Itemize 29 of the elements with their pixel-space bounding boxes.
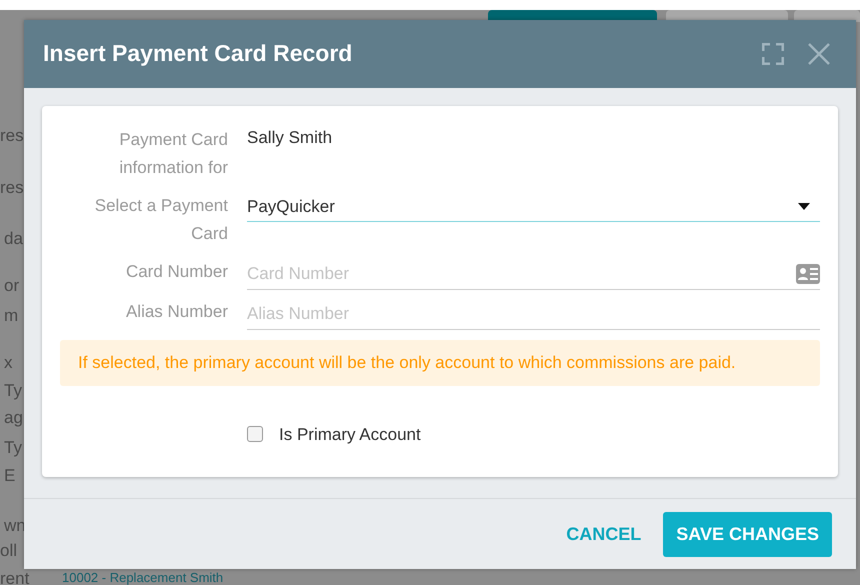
checkbox-label: Is Primary Account — [279, 424, 421, 446]
background-text: ag — [4, 409, 23, 426]
background-text: wn — [4, 517, 26, 534]
background-text: res — [0, 127, 24, 144]
field-value: Sally Smith — [247, 127, 334, 149]
caret-icon — [798, 203, 810, 210]
field-label: Select a Payment Card — [94, 195, 228, 245]
background-text: oll — [0, 542, 18, 559]
maximize-icon[interactable] — [762, 43, 784, 65]
id-card-icon — [796, 264, 820, 284]
save-button[interactable]: SAVE CHANGES — [663, 512, 832, 556]
background-text: x — [4, 354, 12, 371]
background-text: m — [4, 307, 18, 324]
field-label: Card Number — [124, 261, 228, 283]
notice-text: If selected, the primary account will be the only account to which commissions are paid. — [60, 340, 820, 386]
background-text: da — [4, 230, 23, 247]
background-text: Ty — [4, 382, 22, 399]
background-text: res — [0, 179, 24, 196]
background-text: Ty — [4, 439, 22, 456]
close-icon[interactable] — [808, 43, 830, 65]
background-text: rent — [0, 570, 30, 585]
checkbox[interactable] — [247, 426, 263, 442]
background-text: or — [4, 277, 20, 294]
dialog-title: Insert Payment Card Record — [43, 40, 354, 68]
field-label: Alias Number — [124, 301, 228, 323]
background-text: E — [4, 467, 16, 484]
cancel-button[interactable]: CANCEL — [560, 520, 648, 548]
field-label: Payment Card information for — [118, 129, 228, 179]
background-link[interactable]: 10002 - Replacement Smith — [62, 571, 224, 584]
